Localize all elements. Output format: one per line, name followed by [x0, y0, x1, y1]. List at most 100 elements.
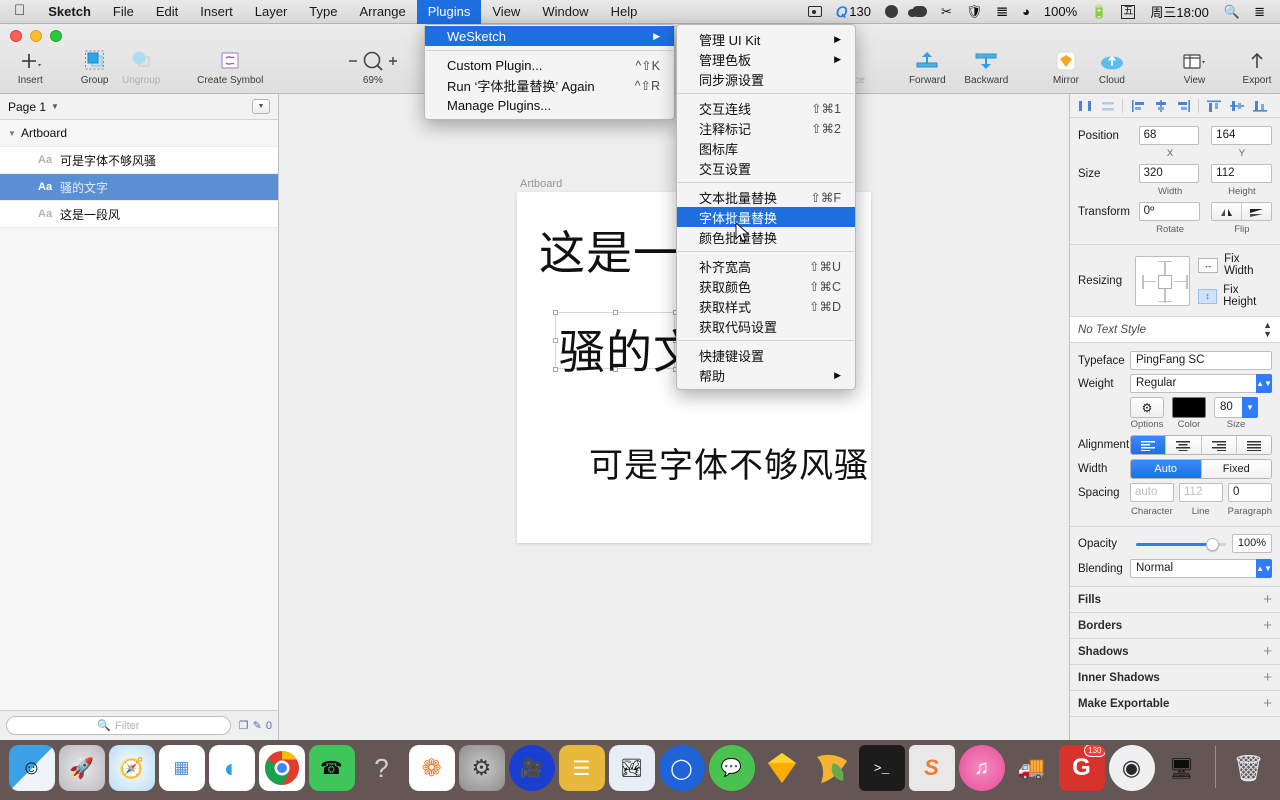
align-text-left-icon[interactable] — [1131, 436, 1166, 454]
align-text-right-icon[interactable] — [1200, 436, 1236, 454]
dock-item-screen-sharing[interactable]: 🖥 — [1157, 745, 1207, 798]
clock-label[interactable]: 周三18:00 — [1142, 2, 1217, 21]
shadows-section-header[interactable]: Shadows + — [1070, 639, 1280, 665]
dock-item-transmit[interactable]: 🚚 — [1007, 745, 1057, 798]
menu-item-interaction-link[interactable]: 交互连线 ⇧⌘1 — [677, 98, 855, 118]
align-top-icon[interactable] — [1203, 97, 1224, 115]
mirror-button[interactable]: Mirror — [1043, 48, 1089, 86]
dock-item-gitee[interactable]: G 130 — [1057, 745, 1107, 798]
shield-icon[interactable]: 🛡 — [959, 0, 990, 24]
dock-item-gimp[interactable] — [807, 745, 857, 798]
menu-file[interactable]: File — [102, 0, 145, 24]
menu-item-annotation-mark[interactable]: 注释标记 ⇧⌘2 — [677, 118, 855, 138]
zoom-control[interactable]: 69% — [338, 48, 408, 86]
align-text-center-icon[interactable] — [1165, 436, 1201, 454]
layer-row-text-2[interactable]: Aa 骚的文字 — [0, 174, 278, 201]
spotlight-search-icon[interactable]: 🔍 — [1217, 0, 1247, 24]
menu-item-get-color[interactable]: 获取颜色 ⇧⌘C — [677, 276, 855, 296]
paragraph-spacing-input[interactable]: 0 — [1228, 483, 1272, 502]
line-spacing-input[interactable]: 112 — [1179, 483, 1223, 502]
ungroup-button[interactable]: Ungroup — [118, 48, 165, 86]
dock-item-photos[interactable]: ❁ — [407, 745, 457, 798]
menu-item-interaction-settings[interactable]: 交互设置 — [677, 158, 855, 178]
resize-handle-ml[interactable] — [553, 338, 558, 343]
backward-button[interactable]: Backward — [955, 48, 1017, 86]
dock-item-github-desktop[interactable]: ◉ — [1107, 745, 1157, 798]
bluetooth-icon[interactable]: 𝌆 — [989, 0, 1015, 24]
flip-horizontal-icon[interactable] — [1212, 203, 1242, 220]
dock-item-finder[interactable]: ☺ — [7, 745, 57, 798]
menu-view[interactable]: View — [481, 0, 531, 24]
dock-item-safari[interactable]: 🧭 — [107, 745, 157, 798]
dock-item-facetime[interactable]: ☎ — [307, 745, 357, 798]
group-button[interactable]: Group — [72, 48, 118, 86]
add-export-icon[interactable]: + — [1263, 695, 1272, 712]
width-auto-button[interactable]: Auto — [1131, 460, 1201, 478]
layer-row-text-1[interactable]: Aa 可是字体不够风骚 — [0, 147, 278, 174]
add-inner-shadow-icon[interactable]: + — [1263, 669, 1272, 686]
fix-height-toggle[interactable]: ↕ Fix Height — [1198, 284, 1272, 308]
menu-item-batch-replace-color[interactable]: 颜色批量替换 — [677, 227, 855, 247]
scissors-icon[interactable]: ✂ — [934, 0, 959, 24]
align-right-icon[interactable] — [1173, 97, 1194, 115]
dock-item-sourcetree[interactable]: ◯ — [657, 745, 707, 798]
menu-item-batch-replace-font[interactable]: 字体批量替换 — [677, 207, 855, 227]
menu-item-fill-size[interactable]: 补齐宽高 ⇧⌘U — [677, 256, 855, 276]
dock-item-itunes[interactable]: ♫ — [957, 745, 1007, 798]
inner-shadows-section-header[interactable]: Inner Shadows + — [1070, 665, 1280, 691]
dock-item-dashboard[interactable]: ▦ — [157, 745, 207, 798]
menu-item-shortcut-settings[interactable]: 快捷键设置 — [677, 345, 855, 365]
align-text-justify-icon[interactable] — [1235, 436, 1271, 454]
wechat-status-icon[interactable] — [905, 6, 934, 17]
fills-section-header[interactable]: Fills + — [1070, 587, 1280, 613]
color-swatch[interactable] — [1172, 397, 1206, 418]
text-style-selector[interactable]: No Text Style ▲ ▼ — [1070, 317, 1280, 343]
apple-logo-icon[interactable]:  — [0, 0, 37, 24]
align-center-h-icon[interactable] — [1150, 97, 1171, 115]
resizing-anchor-control[interactable] — [1134, 255, 1191, 306]
create-symbol-button[interactable]: Create Symbol — [194, 48, 267, 86]
disclosure-triangle-icon[interactable]: ▼ — [8, 129, 21, 138]
dock-item-wechat[interactable]: 💬 — [707, 745, 757, 798]
menu-window[interactable]: Window — [531, 0, 599, 24]
distribute-h-icon[interactable] — [1074, 97, 1095, 115]
dock-item-chrome[interactable] — [257, 745, 307, 798]
add-fill-icon[interactable]: + — [1263, 591, 1272, 608]
dock-item-quicklook[interactable]: ◐ — [207, 745, 257, 798]
dock-item-trash[interactable]: 🗑 — [1224, 745, 1274, 798]
minimize-window-button[interactable] — [30, 30, 42, 42]
screen-record-icon[interactable] — [801, 6, 829, 17]
menu-item-batch-replace-text[interactable]: 文本批量替换 ⇧⌘F — [677, 187, 855, 207]
artboard-label[interactable]: Artboard — [520, 178, 562, 190]
menu-sketch[interactable]: Sketch — [37, 0, 102, 24]
page-options-button[interactable]: ▼ — [252, 99, 270, 114]
menu-item-manage-plugins[interactable]: Manage Plugins... — [425, 95, 674, 115]
menu-item-custom-plugin[interactable]: Custom Plugin... ^⇧K — [425, 55, 674, 75]
menu-item-help[interactable]: 帮助 ▶ — [677, 365, 855, 385]
input-source-icon[interactable]: 五 — [1114, 4, 1142, 19]
blending-select[interactable]: Normal ▲▼ — [1130, 559, 1272, 578]
align-bottom-icon[interactable] — [1249, 97, 1270, 115]
menu-item-icon-library[interactable]: 图标库 — [677, 138, 855, 158]
dock-item-system-preferences[interactable]: ⚙ — [457, 745, 507, 798]
canvas-text-line3[interactable]: 可是字体不够风骚 — [589, 438, 869, 487]
search-input[interactable]: 🔍 Filter — [6, 716, 231, 735]
dock-item-launchpad[interactable]: 🚀 — [57, 745, 107, 798]
battery-icon[interactable]: 🔋 — [1084, 0, 1114, 24]
menu-item-manage-palette[interactable]: 管理色板 ▶ — [677, 49, 855, 69]
menu-plugins[interactable]: Plugins — [416, 0, 482, 24]
add-shadow-icon[interactable]: + — [1263, 643, 1272, 660]
menu-item-run-again[interactable]: Run ‘字体批量替换’ Again ^⇧R — [425, 75, 674, 95]
menu-edit[interactable]: Edit — [145, 0, 189, 24]
canvas-area[interactable]: Artboard 这是一段风 骚的文字 可是字体不够风骚 — [279, 94, 1069, 740]
dock-item-preview[interactable]: 🏞 — [607, 745, 657, 798]
menu-item-sync-source-settings[interactable]: 同步源设置 — [677, 69, 855, 89]
options-button[interactable]: ⚙ — [1130, 397, 1164, 418]
page-selector[interactable]: Page 1 ▼ ▼ — [0, 94, 278, 120]
position-y-input[interactable]: 164 — [1211, 126, 1272, 145]
opacity-slider[interactable] — [1136, 537, 1226, 551]
font-size-input[interactable]: 80 ▼ — [1214, 397, 1258, 418]
dock-item-sketch[interactable] — [757, 745, 807, 798]
distribute-v-icon[interactable] — [1097, 97, 1118, 115]
align-left-icon[interactable] — [1127, 97, 1148, 115]
